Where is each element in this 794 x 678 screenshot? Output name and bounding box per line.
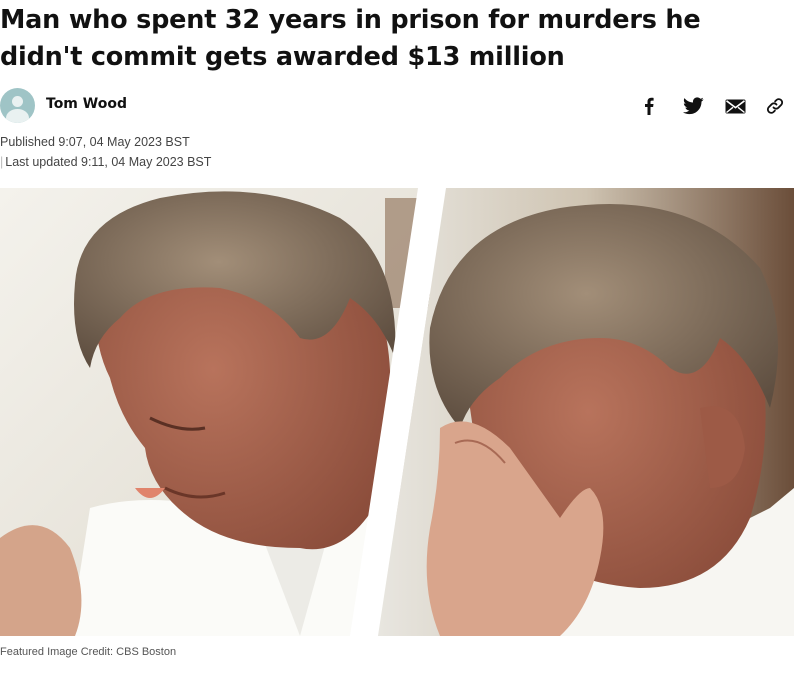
twitter-icon — [682, 97, 704, 115]
featured-image — [0, 188, 794, 636]
last-updated-date: | Last updated 9:11, 04 May 2023 BST — [0, 155, 212, 169]
author-byline: Tom Wood — [0, 88, 794, 124]
author-avatar[interactable] — [0, 88, 35, 123]
author-name[interactable]: Tom Wood — [46, 96, 127, 112]
published-date: Published 9:07, 04 May 2023 BST — [0, 135, 190, 149]
article-headline: Man who spent 32 years in prison for mur… — [0, 5, 701, 72]
last-updated-text: Last updated 9:11, 04 May 2023 BST — [5, 155, 212, 169]
featured-photo-illustration — [0, 188, 794, 636]
copy-link-button[interactable] — [764, 96, 786, 116]
email-icon — [725, 99, 745, 113]
link-icon — [766, 98, 784, 114]
twitter-share-button[interactable] — [681, 96, 705, 116]
image-credit: Featured Image Credit: CBS Boston — [0, 646, 177, 658]
facebook-share-button[interactable] — [640, 96, 658, 116]
email-share-button[interactable] — [723, 96, 747, 116]
facebook-icon — [645, 97, 654, 115]
